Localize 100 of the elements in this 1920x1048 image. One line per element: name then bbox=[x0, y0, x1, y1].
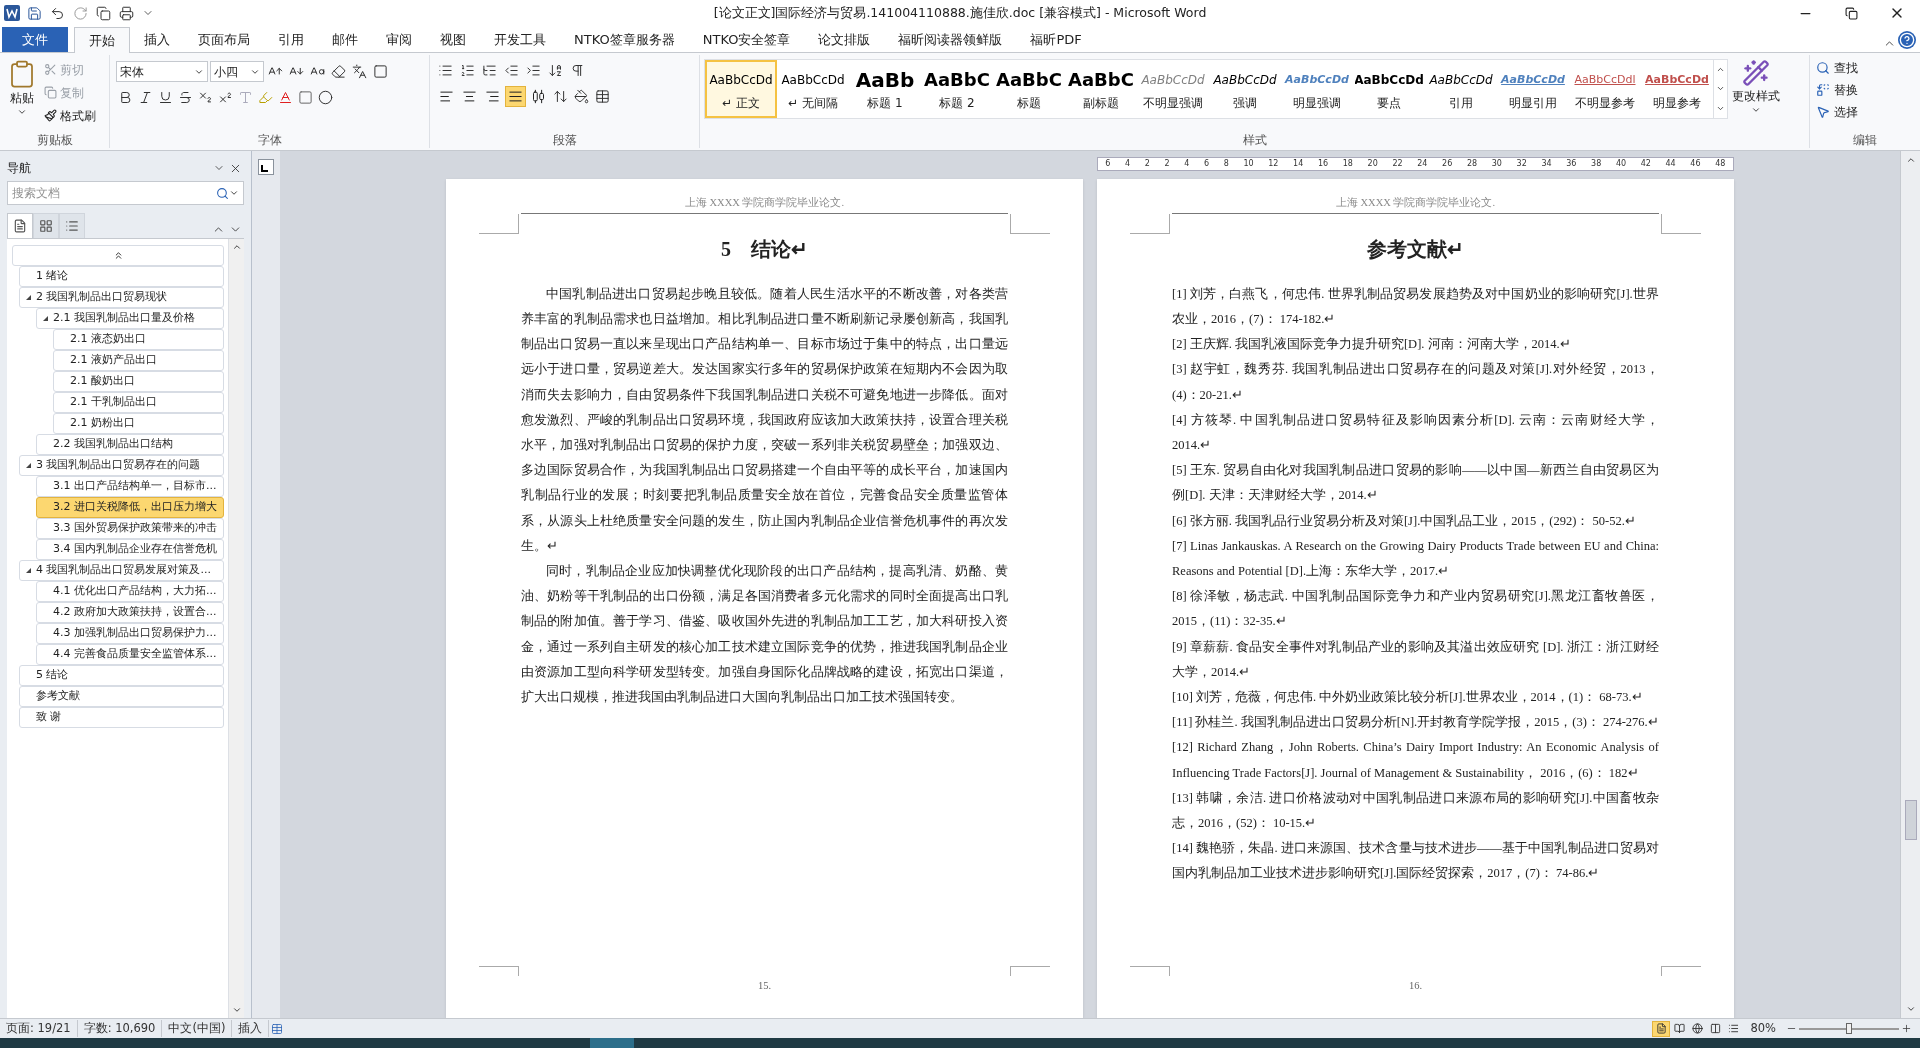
nav-heading-item[interactable]: 3.2 进口关税降低，出口压力增大 bbox=[36, 497, 224, 518]
insert-mode[interactable]: 插入 bbox=[232, 1019, 270, 1038]
nav-heading-item[interactable]: 致 谢 bbox=[19, 707, 224, 728]
paste-button[interactable]: 粘贴 bbox=[4, 59, 40, 132]
ribbon-tab[interactable]: NTKO签章服务器 bbox=[560, 27, 689, 52]
scroll-up-icon[interactable] bbox=[231, 242, 242, 252]
scroll-thumb[interactable] bbox=[1904, 800, 1917, 840]
ruler-number: 42 bbox=[1640, 158, 1651, 170]
nav-heading-item[interactable]: 2.1 酸奶出口 bbox=[53, 371, 224, 392]
shading-icon[interactable] bbox=[572, 87, 591, 106]
style-item[interactable]: AaBbCcDd 明显引用 bbox=[1497, 60, 1569, 118]
copy-icon bbox=[44, 86, 57, 99]
editing-button[interactable]: 选择 bbox=[1816, 101, 1914, 123]
style-item[interactable]: AaBbCcDd ↵ 无间隔 bbox=[777, 60, 849, 118]
nav-heading-item[interactable]: 参考文献 bbox=[19, 686, 224, 707]
nav-heading-item[interactable]: 2.1 奶粉出口 bbox=[53, 413, 224, 434]
nav-view-tab[interactable] bbox=[33, 213, 59, 238]
ribbon-tab[interactable]: 审阅 bbox=[372, 27, 426, 52]
style-item[interactable]: AaBbCcDd 强调 bbox=[1209, 60, 1281, 118]
search-field[interactable]: 搜索文档 bbox=[12, 184, 216, 202]
nav-view-tab[interactable] bbox=[59, 213, 85, 238]
nav-heading-item[interactable]: 1 绪论 bbox=[19, 266, 224, 287]
horizontal-ruler[interactable]: 6 4 2 2 4 6 8 10 12 14 16 18 20 22 24 26 28 30 32 34 36 38 40 42 44 46 48 bbox=[1097, 157, 1734, 171]
nav-heading-item[interactable]: 4.2 政府加大政策扶持，设置合... bbox=[36, 602, 224, 623]
align-button[interactable] bbox=[505, 86, 526, 107]
style-item[interactable]: AaBbCcDdl 不明显参考 bbox=[1569, 60, 1641, 118]
nav-heading-item[interactable]: 2 我国乳制品出口贸易现状 bbox=[19, 287, 224, 308]
style-item[interactable]: AaBbC 副标题 bbox=[1065, 60, 1137, 118]
ribbon-tab[interactable]: 页面布局 bbox=[184, 27, 264, 52]
nav-heading-item[interactable]: 5 结论 bbox=[19, 665, 224, 686]
ribbon-tab[interactable]: 福昕阅读器领鲜版 bbox=[884, 27, 1017, 52]
tab-stop-icon[interactable] bbox=[258, 159, 274, 175]
search-icon[interactable] bbox=[216, 186, 229, 200]
enclosed-character-icon[interactable] bbox=[316, 88, 335, 107]
borders-icon[interactable] bbox=[593, 87, 612, 106]
style-item[interactable]: AaBbCcDd ↵ 正文 bbox=[705, 60, 777, 118]
nav-heading-item[interactable]: 4.3 加强乳制品出口贸易保护力... bbox=[36, 623, 224, 644]
restore-icon[interactable] bbox=[1844, 6, 1858, 20]
word-count[interactable]: 字数: 10,690 bbox=[77, 1019, 163, 1038]
file-tab[interactable]: 文件 bbox=[2, 27, 68, 52]
style-item[interactable]: AaBb 标题 1 bbox=[849, 60, 921, 118]
ribbon-tab[interactable]: 福昕PDF bbox=[1016, 27, 1096, 52]
view-button[interactable] bbox=[1652, 1020, 1671, 1037]
clipboard-tool[interactable]: 格式刷 bbox=[44, 105, 96, 126]
style-item[interactable]: AaBbCcDd 明显参考 bbox=[1641, 60, 1713, 118]
ribbon-tab[interactable]: 开始 bbox=[74, 27, 130, 53]
page-count[interactable]: 页面: 19/21 bbox=[0, 1019, 78, 1038]
expanded-icon[interactable] bbox=[42, 316, 48, 321]
style-item[interactable]: AaBbCcDd 明显强调 bbox=[1281, 60, 1353, 118]
font-size-field[interactable]: 小四 bbox=[210, 61, 264, 82]
style-item[interactable]: AaBbCcDd 要点 bbox=[1353, 60, 1425, 118]
ribbon-tab[interactable]: NTKO安全签章 bbox=[688, 27, 805, 52]
zoom-thumb[interactable] bbox=[1846, 1023, 1852, 1034]
ribbon-tab[interactable]: 开发工具 bbox=[480, 27, 560, 52]
nav-heading-item[interactable]: 3.4 国内乳制品企业存在信誉危机 bbox=[36, 539, 224, 560]
search-box[interactable]: 搜索文档 bbox=[7, 181, 244, 205]
nav-heading-item[interactable]: 3 我国乳制品出口贸易存在的问题 bbox=[19, 455, 224, 476]
ribbon-tab[interactable]: 引用 bbox=[264, 27, 318, 52]
expanded-icon[interactable] bbox=[25, 295, 31, 300]
scroll-down-icon[interactable] bbox=[231, 1005, 242, 1015]
expanded-icon[interactable] bbox=[25, 568, 31, 573]
style-item[interactable]: AaBbC 标题 2 bbox=[921, 60, 993, 118]
character-border-icon[interactable] bbox=[371, 62, 390, 81]
nav-heading-item[interactable]: 4.4 完善食品质量安全监管体系... bbox=[36, 644, 224, 665]
ribbon-tab[interactable]: 插入 bbox=[130, 27, 184, 52]
language-indicator[interactable]: 中文(中国) bbox=[162, 1019, 233, 1038]
ribbon-tab[interactable]: 视图 bbox=[426, 27, 480, 52]
nav-heading-item[interactable]: 2.1 干乳制品出口 bbox=[53, 392, 224, 413]
help-icon[interactable] bbox=[1898, 31, 1916, 49]
nav-heading-item[interactable]: 2.1 液奶产品出口 bbox=[53, 350, 224, 371]
clear-format-icon[interactable] bbox=[329, 62, 348, 81]
editing-button[interactable]: 替换 bbox=[1816, 79, 1914, 101]
zoom-slider[interactable] bbox=[1799, 1022, 1899, 1035]
scroll-up-icon[interactable] bbox=[1905, 155, 1916, 165]
nav-heading-item[interactable]: 3.3 国外贸易保护政策带来的冲击 bbox=[36, 518, 224, 539]
ribbon-tab[interactable]: 邮件 bbox=[318, 27, 372, 52]
expanded-icon[interactable] bbox=[25, 463, 31, 468]
ruler-number: 2 bbox=[1144, 158, 1150, 170]
phonetic-guide-icon[interactable] bbox=[350, 62, 369, 81]
zoom-level[interactable]: 80% bbox=[1742, 1019, 1784, 1038]
vertical-scrollbar[interactable] bbox=[1900, 151, 1920, 1018]
change-styles-button[interactable]: 更改样式 bbox=[1732, 59, 1780, 115]
nav-heading-item[interactable]: 2.1 我国乳制品出口量及价格 bbox=[36, 308, 224, 329]
style-item[interactable]: AaBbCcDd 引用 bbox=[1425, 60, 1497, 118]
ribbon-tab[interactable]: 论文排版 bbox=[804, 27, 885, 52]
caret-icon[interactable] bbox=[229, 188, 239, 198]
style-item[interactable]: AaBbCcDd 不明显强调 bbox=[1137, 60, 1209, 118]
ruler-number: 18 bbox=[1342, 158, 1353, 170]
nav-heading-item[interactable]: 3.1 出口产品结构单一，目标市... bbox=[36, 476, 224, 497]
scrollbar[interactable] bbox=[228, 239, 244, 1018]
scroll-down-icon[interactable] bbox=[1905, 1004, 1916, 1014]
editing-button[interactable]: 查找 bbox=[1816, 57, 1914, 79]
nav-view-tab[interactable] bbox=[7, 213, 33, 238]
nav-heading-item[interactable]: 4 我国乳制品出口贸易发展对策及... bbox=[19, 560, 224, 581]
nav-heading-item[interactable]: 4.1 优化出口产品结构，大力拓... bbox=[36, 581, 224, 602]
style-item[interactable]: AaBbC 标题 bbox=[993, 60, 1065, 118]
nav-heading-item[interactable]: 2.2 我国乳制品出口结构 bbox=[36, 434, 224, 455]
ruler-number: 48 bbox=[1715, 158, 1726, 170]
font-name-field[interactable]: 宋体 bbox=[116, 61, 208, 82]
nav-heading-item[interactable]: 2.1 液态奶出口 bbox=[53, 329, 224, 350]
